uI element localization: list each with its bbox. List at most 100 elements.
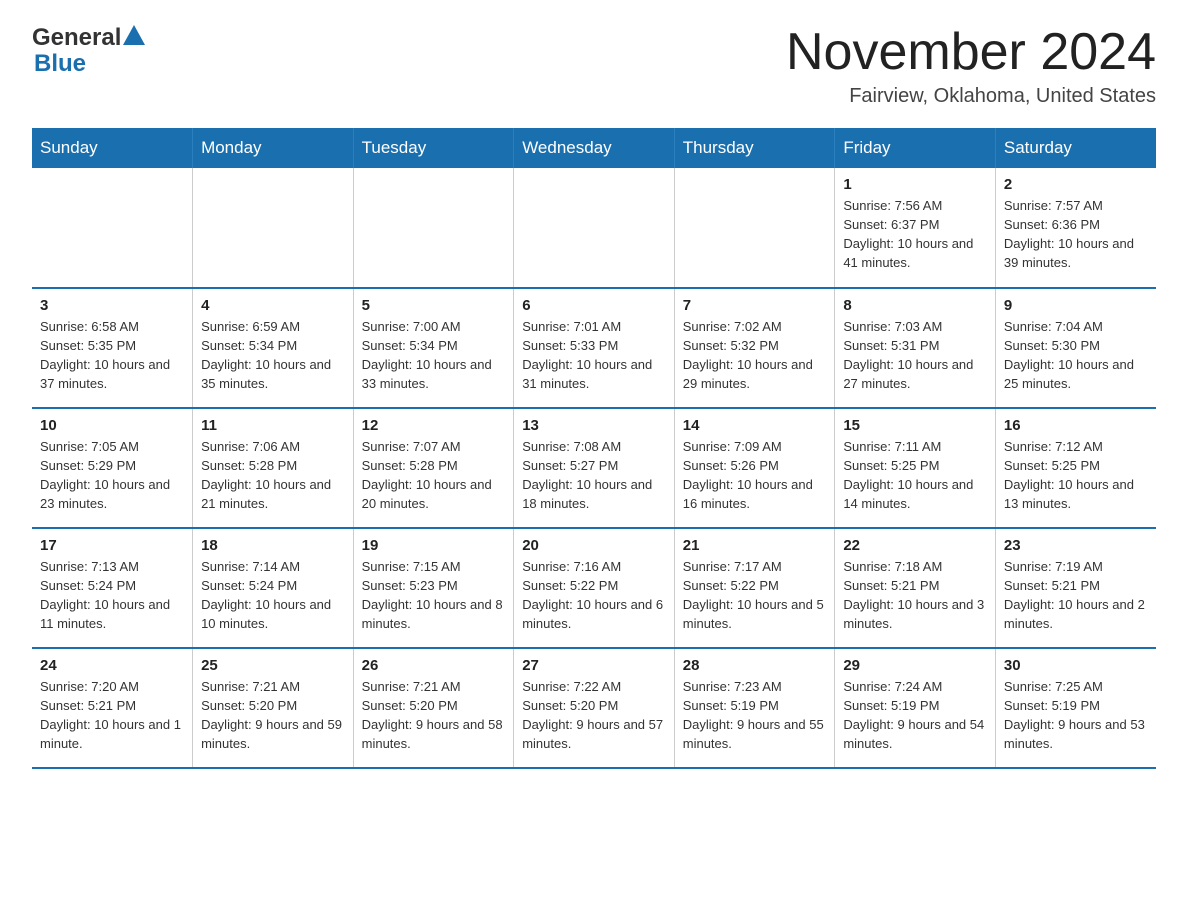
day-number: 9	[1004, 297, 1148, 314]
calendar-cell: 7 Sunrise: 7:02 AM Sunset: 5:32 PM Daylig…	[674, 288, 835, 408]
day-info: Sunrise: 7:15 AM Sunset: 5:23 PM Dayligh…	[362, 558, 506, 633]
day-info: Sunrise: 7:08 AM Sunset: 5:27 PM Dayligh…	[522, 438, 666, 513]
calendar-cell: 23 Sunrise: 7:19 AM Sunset: 5:21 PM Dayli…	[995, 528, 1156, 648]
calendar-cell: 11Sunrise: 7:06 AM Sunset: 5:28 PM Dayli…	[193, 408, 354, 528]
calendar-table: SundayMondayTuesdayWednesdayThursdayFrid…	[32, 128, 1156, 769]
calendar-title: November 2024	[786, 24, 1156, 81]
day-number: 25	[201, 657, 345, 674]
calendar-cell: 6Sunrise: 7:01 AM Sunset: 5:33 PM Daylig…	[514, 288, 675, 408]
calendar-cell	[193, 168, 354, 288]
header-saturday: Saturday	[995, 128, 1156, 168]
day-info: Sunrise: 7:16 AM Sunset: 5:22 PM Dayligh…	[522, 558, 666, 633]
day-info: Sunrise: 7:11 AM Sunset: 5:25 PM Dayligh…	[843, 438, 987, 513]
day-info: Sunrise: 7:06 AM Sunset: 5:28 PM Dayligh…	[201, 438, 345, 513]
day-number: 29	[843, 657, 987, 674]
day-number: 20	[522, 537, 666, 554]
day-info: Sunrise: 6:59 AM Sunset: 5:34 PM Dayligh…	[201, 318, 345, 393]
logo: General Blue	[32, 24, 145, 78]
day-number: 18	[201, 537, 345, 554]
calendar-cell	[353, 168, 514, 288]
calendar-cell: 16Sunrise: 7:12 AM Sunset: 5:25 PM Dayli…	[995, 408, 1156, 528]
day-number: 16	[1004, 417, 1148, 434]
calendar-cell	[514, 168, 675, 288]
page-header: General Blue November 2024 Fairview, Okl…	[32, 24, 1156, 108]
day-info: Sunrise: 7:19 AM Sunset: 5:21 PM Dayligh…	[1004, 558, 1148, 633]
day-info: Sunrise: 7:21 AM Sunset: 5:20 PM Dayligh…	[362, 678, 506, 753]
day-info: Sunrise: 7:57 AM Sunset: 6:36 PM Dayligh…	[1004, 197, 1148, 272]
calendar-cell: 15 Sunrise: 7:11 AM Sunset: 5:25 PM Dayli…	[835, 408, 996, 528]
calendar-cell: 25Sunrise: 7:21 AM Sunset: 5:20 PM Dayli…	[193, 648, 354, 768]
calendar-cell: 4 Sunrise: 6:59 AM Sunset: 5:34 PM Daylig…	[193, 288, 354, 408]
day-number: 5	[362, 297, 506, 314]
day-info: Sunrise: 7:56 AM Sunset: 6:37 PM Dayligh…	[843, 197, 987, 272]
calendar-header-row: SundayMondayTuesdayWednesdayThursdayFrid…	[32, 128, 1156, 168]
week-row-4: 17 Sunrise: 7:13 AM Sunset: 5:24 PM Dayli…	[32, 528, 1156, 648]
day-info: Sunrise: 7:02 AM Sunset: 5:32 PM Dayligh…	[683, 318, 827, 393]
calendar-cell	[32, 168, 193, 288]
header-sunday: Sunday	[32, 128, 193, 168]
day-number: 26	[362, 657, 506, 674]
day-number: 28	[683, 657, 827, 674]
day-info: Sunrise: 7:14 AM Sunset: 5:24 PM Dayligh…	[201, 558, 345, 633]
title-section: November 2024 Fairview, Oklahoma, United…	[786, 24, 1156, 108]
day-number: 30	[1004, 657, 1148, 674]
week-row-2: 3 Sunrise: 6:58 AM Sunset: 5:35 PM Daylig…	[32, 288, 1156, 408]
day-info: Sunrise: 6:58 AM Sunset: 5:35 PM Dayligh…	[40, 318, 184, 393]
day-number: 7	[683, 297, 827, 314]
calendar-cell: 5 Sunrise: 7:00 AM Sunset: 5:34 PM Daylig…	[353, 288, 514, 408]
day-number: 8	[843, 297, 987, 314]
calendar-cell: 29 Sunrise: 7:24 AM Sunset: 5:19 PM Dayli…	[835, 648, 996, 768]
day-number: 4	[201, 297, 345, 314]
calendar-cell: 24Sunrise: 7:20 AM Sunset: 5:21 PM Dayli…	[32, 648, 193, 768]
day-info: Sunrise: 7:18 AM Sunset: 5:21 PM Dayligh…	[843, 558, 987, 633]
day-info: Sunrise: 7:23 AM Sunset: 5:19 PM Dayligh…	[683, 678, 827, 753]
day-number: 27	[522, 657, 666, 674]
day-info: Sunrise: 7:24 AM Sunset: 5:19 PM Dayligh…	[843, 678, 987, 753]
day-number: 10	[40, 417, 184, 434]
day-number: 23	[1004, 537, 1148, 554]
header-monday: Monday	[193, 128, 354, 168]
calendar-cell: 9 Sunrise: 7:04 AM Sunset: 5:30 PM Daylig…	[995, 288, 1156, 408]
day-number: 2	[1004, 176, 1148, 193]
header-wednesday: Wednesday	[514, 128, 675, 168]
day-number: 15	[843, 417, 987, 434]
calendar-cell: 21 Sunrise: 7:17 AM Sunset: 5:22 PM Dayli…	[674, 528, 835, 648]
week-row-1: 1 Sunrise: 7:56 AM Sunset: 6:37 PM Daylig…	[32, 168, 1156, 288]
day-info: Sunrise: 7:17 AM Sunset: 5:22 PM Dayligh…	[683, 558, 827, 633]
header-friday: Friday	[835, 128, 996, 168]
day-info: Sunrise: 7:22 AM Sunset: 5:20 PM Dayligh…	[522, 678, 666, 753]
day-number: 21	[683, 537, 827, 554]
day-info: Sunrise: 7:25 AM Sunset: 5:19 PM Dayligh…	[1004, 678, 1148, 753]
calendar-cell: 20 Sunrise: 7:16 AM Sunset: 5:22 PM Dayli…	[514, 528, 675, 648]
day-info: Sunrise: 7:09 AM Sunset: 5:26 PM Dayligh…	[683, 438, 827, 513]
calendar-cell	[674, 168, 835, 288]
day-number: 17	[40, 537, 184, 554]
logo-triangle-icon	[123, 25, 145, 45]
calendar-subtitle: Fairview, Oklahoma, United States	[786, 85, 1156, 108]
day-number: 22	[843, 537, 987, 554]
day-number: 3	[40, 297, 184, 314]
day-info: Sunrise: 7:13 AM Sunset: 5:24 PM Dayligh…	[40, 558, 184, 633]
day-number: 12	[362, 417, 506, 434]
calendar-cell: 1 Sunrise: 7:56 AM Sunset: 6:37 PM Daylig…	[835, 168, 996, 288]
day-info: Sunrise: 7:05 AM Sunset: 5:29 PM Dayligh…	[40, 438, 184, 513]
day-number: 1	[843, 176, 987, 193]
calendar-cell: 28 Sunrise: 7:23 AM Sunset: 5:19 PM Dayli…	[674, 648, 835, 768]
calendar-cell: 10 Sunrise: 7:05 AM Sunset: 5:29 PM Dayli…	[32, 408, 193, 528]
calendar-cell: 26 Sunrise: 7:21 AM Sunset: 5:20 PM Dayli…	[353, 648, 514, 768]
calendar-cell: 22 Sunrise: 7:18 AM Sunset: 5:21 PM Dayli…	[835, 528, 996, 648]
calendar-cell: 3 Sunrise: 6:58 AM Sunset: 5:35 PM Daylig…	[32, 288, 193, 408]
day-info: Sunrise: 7:07 AM Sunset: 5:28 PM Dayligh…	[362, 438, 506, 513]
logo-top: General	[32, 24, 145, 52]
week-row-3: 10 Sunrise: 7:05 AM Sunset: 5:29 PM Dayli…	[32, 408, 1156, 528]
day-number: 14	[683, 417, 827, 434]
calendar-cell: 2 Sunrise: 7:57 AM Sunset: 6:36 PM Daylig…	[995, 168, 1156, 288]
day-info: Sunrise: 7:03 AM Sunset: 5:31 PM Dayligh…	[843, 318, 987, 393]
day-info: Sunrise: 7:00 AM Sunset: 5:34 PM Dayligh…	[362, 318, 506, 393]
header-thursday: Thursday	[674, 128, 835, 168]
day-number: 13	[522, 417, 666, 434]
day-info: Sunrise: 7:04 AM Sunset: 5:30 PM Dayligh…	[1004, 318, 1148, 393]
calendar-cell: 30 Sunrise: 7:25 AM Sunset: 5:19 PM Dayli…	[995, 648, 1156, 768]
calendar-cell: 17 Sunrise: 7:13 AM Sunset: 5:24 PM Dayli…	[32, 528, 193, 648]
week-row-5: 24Sunrise: 7:20 AM Sunset: 5:21 PM Dayli…	[32, 648, 1156, 768]
